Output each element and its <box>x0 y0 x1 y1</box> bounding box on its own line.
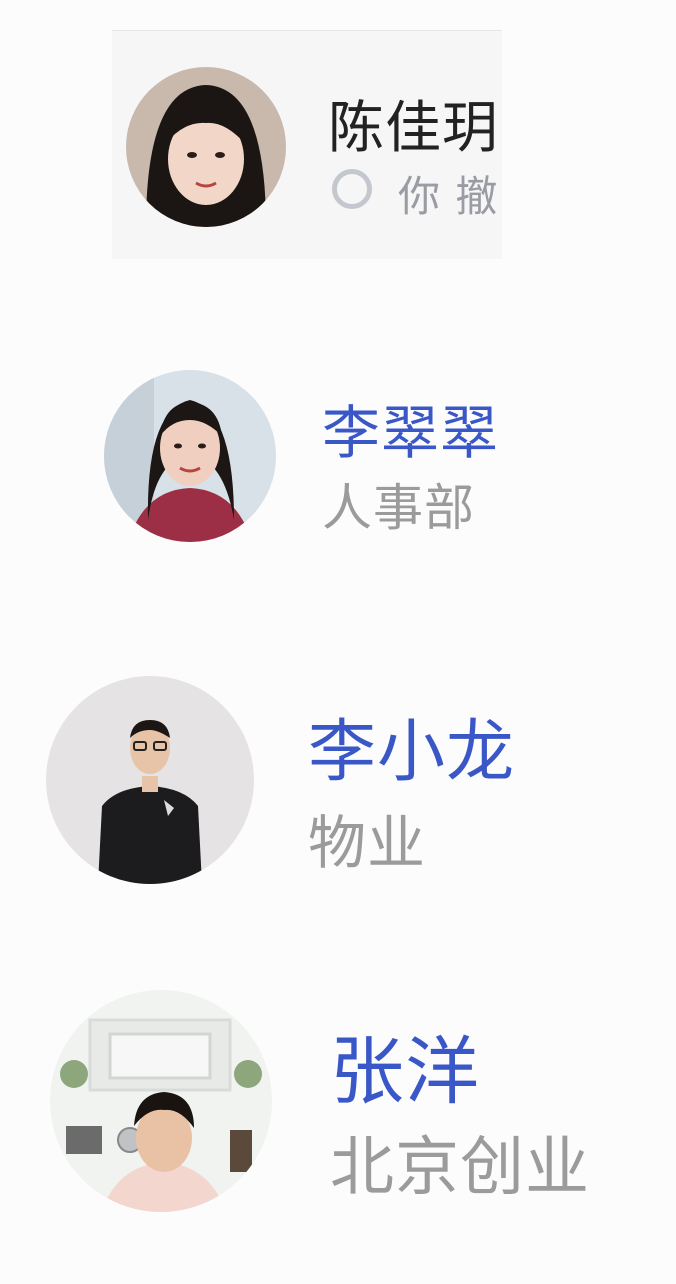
avatar[interactable] <box>50 990 272 1212</box>
contact-department: 人事部 <box>322 479 475 537</box>
radio-circle-icon[interactable] <box>332 169 372 209</box>
contact-department: 物业 <box>308 809 427 877</box>
avatar[interactable] <box>104 370 276 542</box>
contact-name: 张洋 <box>330 1029 480 1115</box>
contact-card-1[interactable]: 陈佳玥 你 撤 <box>112 30 502 259</box>
message-preview: 你 撤 <box>398 172 499 221</box>
contact-name: 李翠翠 <box>322 399 500 467</box>
contact-department: 北京创业 <box>330 1131 590 1205</box>
avatar-photo-icon <box>46 676 254 884</box>
contact-name: 陈佳玥 <box>328 96 499 161</box>
avatar-photo-icon <box>104 370 276 542</box>
avatar[interactable] <box>126 67 286 227</box>
contact-name: 李小龙 <box>308 713 516 792</box>
avatar-photo-icon <box>126 67 286 227</box>
avatar-photo-icon <box>50 990 272 1212</box>
avatar[interactable] <box>46 676 254 884</box>
